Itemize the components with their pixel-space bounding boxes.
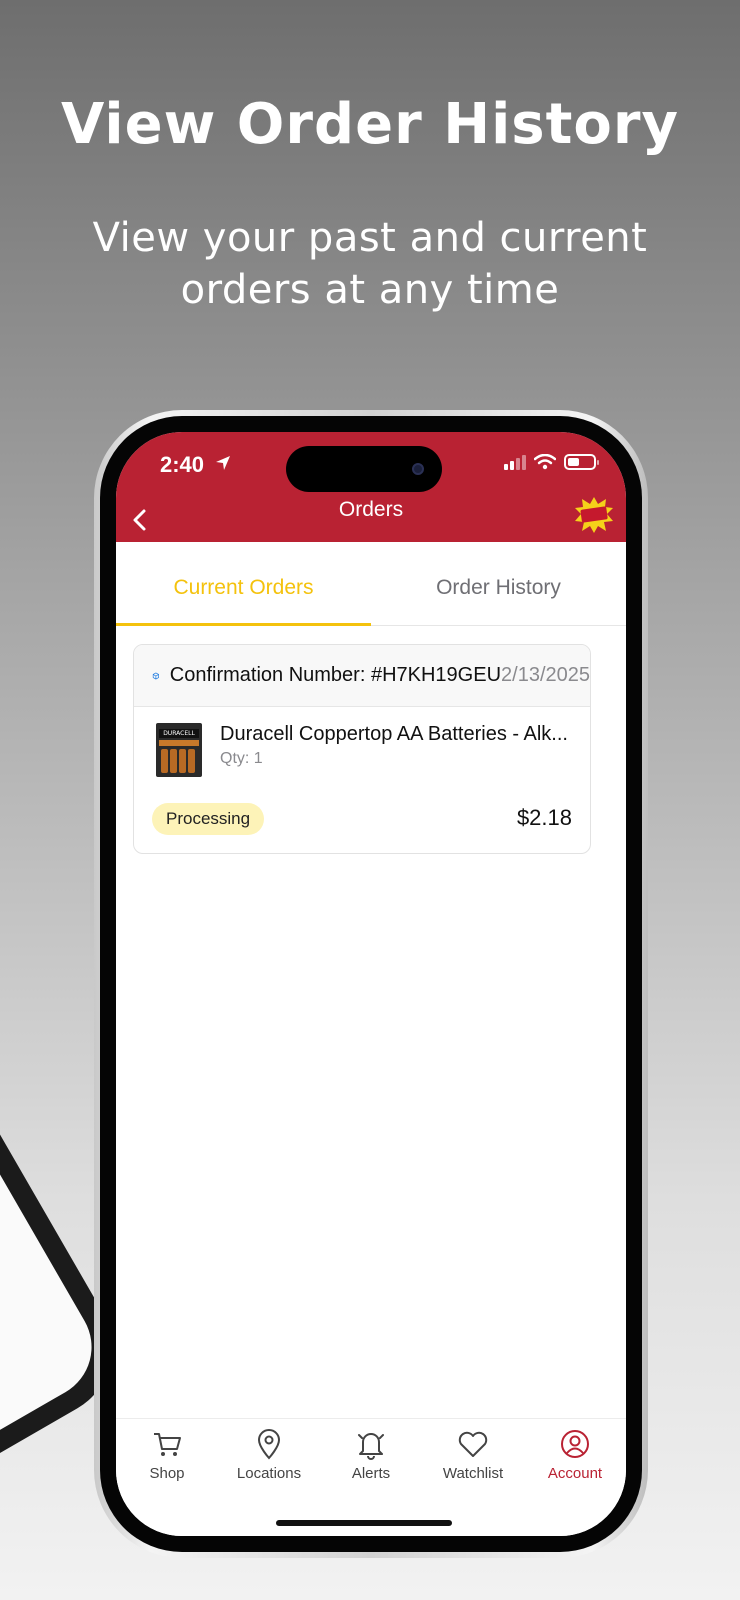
bottom-nav-label: Account [547,1465,603,1482]
page-title: Orders [338,498,404,521]
order-card-header: Confirmation Number: #H7KH19GEU 2/13/202… [134,645,590,707]
thats-cheap-logo [575,497,613,533]
dynamic-island [286,446,442,492]
location-pin-icon [257,1429,281,1460]
promo-subline: View your past and current orders at any… [92,215,648,313]
bottom-nav-account[interactable]: Account [524,1419,626,1536]
product-image: DURACELL [156,723,202,777]
tab-current-orders[interactable]: Current Orders [116,542,371,626]
bottom-nav-label: Locations [236,1465,302,1482]
status-time: 2:40 [160,452,205,477]
phone-frame: 2:40 Orders Current Orders Order History… [94,410,648,1558]
bottom-nav-label: Alerts [351,1465,391,1482]
cell-signal-icon [504,454,526,470]
bottom-nav-watchlist[interactable]: Watchlist [422,1419,524,1536]
cart-icon [154,1433,181,1456]
status-badge: Processing [152,803,265,835]
tab-order-history[interactable]: Order History [371,542,626,625]
bottom-nav-label: Shop [149,1465,185,1482]
heart-icon [458,1431,488,1457]
location-arrow-icon [216,456,230,470]
bottom-nav-label: Watchlist [442,1465,504,1482]
product-image-brand: DURACELL [159,729,199,738]
order-date: 2/13/2025 [501,664,590,686]
bottom-nav-alerts[interactable]: Alerts [320,1419,422,1536]
bottom-nav: Shop Locations Alerts Watchlist Account [116,1418,626,1536]
package-icon [152,672,159,679]
app-screen: 2:40 Orders Current Orders Order History… [116,432,626,1536]
top-bar: 2:40 Orders [116,432,626,542]
promo-headline: View Order History [61,92,679,157]
bottom-nav-locations[interactable]: Locations [218,1419,320,1536]
bottom-nav-shop[interactable]: Shop [116,1419,218,1536]
bell-icon [358,1433,384,1460]
confirmation-number: Confirmation Number: #H7KH19GEU [169,664,502,686]
order-card[interactable]: Confirmation Number: #H7KH19GEU 2/13/202… [133,644,591,854]
order-tabs: Current Orders Order History [116,542,626,626]
status-icons [504,454,599,470]
item-quantity: Qty: 1 [220,750,263,767]
item-title: Duracell Coppertop AA Batteries - Alk... [220,723,568,745]
account-icon [561,1430,589,1458]
phone-bezel: 2:40 Orders Current Orders Order History… [100,416,642,1552]
battery-icon [564,454,599,470]
order-item: DURACELL Duracell Coppertop AA Batteries… [156,723,580,777]
wifi-icon [534,454,556,470]
home-indicator [276,1520,452,1526]
camera-icon [412,463,424,475]
order-price: $2.18 [516,805,572,830]
